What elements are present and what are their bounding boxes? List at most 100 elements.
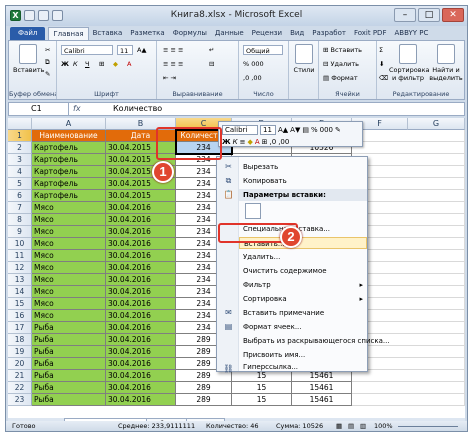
table-cell-name[interactable]: Рыба: [32, 346, 106, 358]
table-cell-name[interactable]: Мясо: [32, 298, 106, 310]
menu-item-filter[interactable]: Фильтр ▸: [239, 279, 367, 291]
table-cell-date[interactable]: 30.04.2016: [106, 394, 176, 406]
table-cell-date[interactable]: 30.04.2016: [106, 286, 176, 298]
view-normal-icon[interactable]: ▦: [336, 421, 342, 431]
empty-cell[interactable]: [352, 166, 465, 178]
empty-cell[interactable]: [352, 178, 465, 190]
decimal-icon[interactable]: ,0 ,00: [243, 73, 262, 83]
table-cell-name[interactable]: Рыба: [32, 370, 106, 382]
row-header[interactable]: 17: [8, 322, 32, 334]
empty-cell[interactable]: [352, 286, 465, 298]
row-header[interactable]: 5: [8, 178, 32, 190]
table-cell-date[interactable]: 30.04.2016: [106, 346, 176, 358]
table-cell-date[interactable]: 30.04.2016: [106, 238, 176, 250]
wrap-text-icon[interactable]: ↵: [209, 45, 214, 55]
styles-button[interactable]: Стили: [289, 44, 319, 74]
row-header[interactable]: 8: [8, 214, 32, 226]
table-cell-date[interactable]: 30.04.2016: [106, 274, 176, 286]
menu-item-hyperlink[interactable]: Гиперссылка...: [239, 361, 367, 373]
table-cell-name[interactable]: Рыба: [32, 382, 106, 394]
table-cell-date[interactable]: 30.04.2016: [106, 298, 176, 310]
fill-color-icon[interactable]: ◆: [247, 138, 252, 146]
column-header[interactable]: G: [408, 118, 465, 130]
tab-abbyy[interactable]: ABBYY PC: [390, 27, 432, 40]
clear-icon[interactable]: ⌫: [379, 73, 388, 83]
decimal-icon[interactable]: ,0: [270, 138, 277, 146]
grow-font-icon[interactable]: A▲: [137, 45, 146, 55]
empty-cell[interactable]: [352, 202, 465, 214]
table-cell-name[interactable]: Картофель: [32, 190, 106, 202]
tab-file[interactable]: Файл: [10, 27, 46, 40]
table-cell-date[interactable]: 30.04.2016: [106, 262, 176, 274]
row-header[interactable]: 18: [8, 334, 32, 346]
table-cell-quantity[interactable]: 289: [176, 382, 232, 394]
menu-item-delete[interactable]: Удалить...: [239, 251, 367, 263]
fx-icon[interactable]: fx: [73, 103, 103, 115]
empty-cell[interactable]: [352, 298, 465, 310]
underline-icon[interactable]: Ч: [85, 59, 89, 69]
table-cell-date[interactable]: 30.04.2016: [106, 322, 176, 334]
menu-item-insert-comment[interactable]: Вставить примечание: [239, 307, 367, 319]
table-cell-name[interactable]: Картофель: [32, 178, 106, 190]
table-cell-quantity[interactable]: 289: [176, 394, 232, 406]
zoom-slider[interactable]: [398, 426, 458, 427]
table-cell-name[interactable]: Картофель: [32, 142, 106, 154]
font-name-select[interactable]: Calibri: [61, 45, 113, 55]
percent-icon[interactable]: %: [311, 126, 318, 134]
empty-cell[interactable]: [352, 358, 465, 370]
paste-option-icon[interactable]: [245, 203, 261, 219]
font-color-icon[interactable]: A: [127, 59, 131, 69]
table-cell-e[interactable]: 15461: [292, 394, 352, 406]
table-cell-date[interactable]: 30.04.2016: [106, 358, 176, 370]
view-layout-icon[interactable]: ▤: [348, 421, 354, 431]
format-painter-icon[interactable]: ✎: [335, 126, 341, 134]
tab-page-layout[interactable]: Разметка: [126, 27, 168, 40]
formula-input[interactable]: Количество: [113, 103, 162, 115]
minimize-button[interactable]: –: [394, 8, 416, 22]
italic-icon[interactable]: К: [73, 59, 78, 69]
row-header[interactable]: 6: [8, 190, 32, 202]
table-cell-d[interactable]: 15: [232, 394, 292, 406]
borders-icon[interactable]: ⊞: [262, 138, 268, 146]
table-cell-name[interactable]: Мясо: [32, 274, 106, 286]
empty-cell[interactable]: [352, 394, 465, 406]
empty-cell[interactable]: [352, 346, 465, 358]
empty-cell[interactable]: [352, 310, 465, 322]
row-header[interactable]: 11: [8, 250, 32, 262]
empty-cell[interactable]: [352, 154, 465, 166]
empty-cell[interactable]: [352, 370, 465, 382]
select-all-corner[interactable]: [8, 118, 32, 130]
merge-cells-icon[interactable]: ⊟: [209, 59, 214, 69]
header-cell[interactable]: Наименование: [32, 130, 106, 142]
tab-home[interactable]: Главная: [48, 27, 89, 40]
table-cell-name[interactable]: Мясо: [32, 238, 106, 250]
empty-cell[interactable]: [352, 190, 465, 202]
table-cell-date[interactable]: 30.04.2016: [106, 334, 176, 346]
row-header[interactable]: 16: [8, 310, 32, 322]
table-cell-d[interactable]: 15: [232, 382, 292, 394]
row-header[interactable]: 15: [8, 298, 32, 310]
currency-icon[interactable]: ▤: [302, 126, 309, 134]
font-color-icon[interactable]: A: [255, 138, 260, 146]
row-header[interactable]: 20: [8, 358, 32, 370]
table-cell-date[interactable]: 30.04.2016: [106, 214, 176, 226]
insert-cells-button[interactable]: ⊞ Вставить: [323, 45, 362, 55]
column-header[interactable]: A: [32, 118, 106, 130]
mini-font-select[interactable]: Calibri: [222, 124, 258, 135]
table-cell-e[interactable]: 15461: [292, 382, 352, 394]
empty-cell[interactable]: [352, 226, 465, 238]
row-header[interactable]: 14: [8, 286, 32, 298]
sort-filter-button[interactable]: Сортировка и фильтр: [389, 44, 430, 82]
menu-item-sort[interactable]: Сортировка ▸: [239, 293, 367, 305]
fill-color-icon[interactable]: ◆: [113, 59, 118, 69]
menu-item-clear-contents[interactable]: Очистить содержимое: [239, 265, 367, 277]
decimal-decrease-icon[interactable]: ,00: [278, 138, 289, 146]
row-header[interactable]: 7: [8, 202, 32, 214]
row-header[interactable]: 12: [8, 262, 32, 274]
table-cell-name[interactable]: Мясо: [32, 262, 106, 274]
tab-insert[interactable]: Вставка: [89, 27, 127, 40]
italic-icon[interactable]: К: [233, 138, 238, 146]
empty-cell[interactable]: [352, 382, 465, 394]
find-select-button[interactable]: Найти и выделить: [429, 44, 463, 82]
menu-item-copy[interactable]: Копировать: [239, 175, 367, 187]
